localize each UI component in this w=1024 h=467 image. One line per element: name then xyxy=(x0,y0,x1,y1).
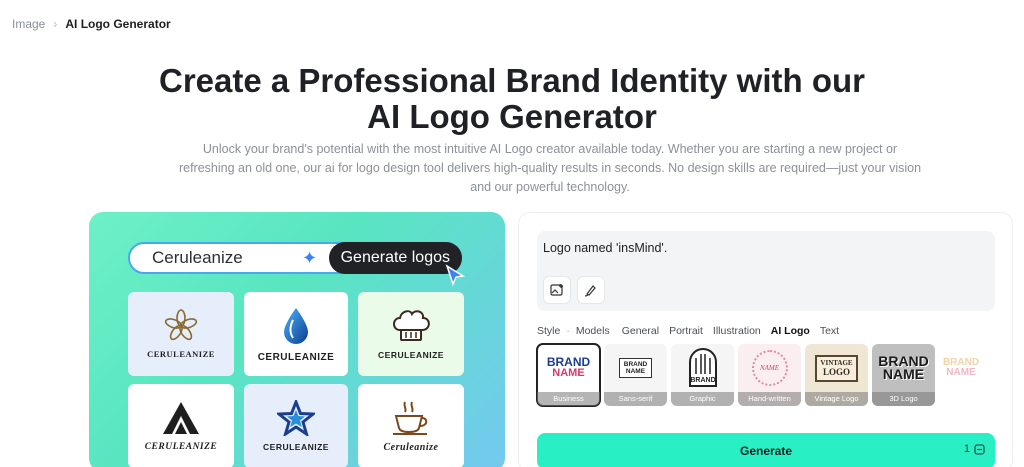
generate-button[interactable]: Generate 1 xyxy=(537,433,995,467)
style-option-business[interactable]: BRAND NAME Business xyxy=(536,343,601,407)
style-options: BRAND NAME Business BRAND NAME Sans-serif… xyxy=(536,343,983,407)
breadcrumb: Image › AI Logo Generator xyxy=(12,17,171,31)
logo-caption: CERULEANIZE xyxy=(257,351,335,363)
style-option-graphic[interactable]: BRAND Graphic xyxy=(671,344,734,406)
logo-card: CERULEANIZE xyxy=(128,292,234,376)
page-description: Unlock your brand's potential with the m… xyxy=(178,142,922,194)
tab-text[interactable]: Text xyxy=(820,325,839,337)
style-option-sans-serif[interactable]: BRAND NAME Sans-serif xyxy=(604,344,667,406)
logo-card: CERULEANIZE xyxy=(128,384,234,467)
logo-caption: CERULEANIZE xyxy=(147,349,215,359)
page-title: Create a Professional Brand Identity wit… xyxy=(0,63,1024,135)
logo-card: CERULEANIZE xyxy=(244,384,348,467)
prompt-text[interactable]: Logo named 'insMind'. xyxy=(543,241,667,255)
style-option-vintage-logo[interactable]: VINTAGE LOGO Vintage Logo xyxy=(805,344,868,406)
style-art-badge: BRAND NAME xyxy=(618,358,653,378)
tab-divider-dot: · xyxy=(566,325,570,337)
generator-panel: Logo named 'insMind'. Style · Models Gen… xyxy=(518,212,1013,467)
style-option-label: Business xyxy=(537,392,600,406)
demo-generate-logos-button: Generate logos xyxy=(328,242,462,274)
style-option-more[interactable]: BRAND NAME xyxy=(939,344,983,406)
tab-general[interactable]: General xyxy=(622,325,659,337)
logo-card: CERULEANIZE xyxy=(358,292,464,376)
breadcrumb-current: AI Logo Generator xyxy=(65,17,171,31)
demo-input-text: Ceruleanize xyxy=(152,248,243,267)
credit-coin-icon xyxy=(974,443,985,455)
style-option-label: Sans-serif xyxy=(604,392,667,406)
logo-grid: CERULEANIZE CERULEANIZE CERULEANIZE CERU… xyxy=(128,292,464,467)
tab-ai-logo[interactable]: AI Logo xyxy=(771,325,810,337)
logo-caption: Ceruleanize xyxy=(383,441,439,453)
vintage-badge: VINTAGE LOGO xyxy=(815,354,858,382)
credit-cost: 1 xyxy=(964,443,985,455)
arch-emblem-icon: BRAND xyxy=(688,348,717,387)
chevron-right-icon: › xyxy=(53,17,58,31)
wreath-icon: NAME xyxy=(751,350,788,386)
tab-portrait[interactable]: Portrait xyxy=(669,325,703,337)
credit-count: 1 xyxy=(963,443,970,455)
generate-button-label: Generate xyxy=(739,444,793,458)
style-option-label: Vintage Logo xyxy=(805,392,868,406)
logo-showcase: Ceruleanize ✦ Generate logos CERULEANIZE xyxy=(89,212,505,467)
star-icon xyxy=(277,400,315,436)
logo-caption: CERULEANIZE xyxy=(263,442,329,452)
style-option-label: Hand-written xyxy=(738,392,801,406)
style-art-text: NAME xyxy=(882,366,925,382)
page-title-line1: Create a Professional Brand Identity wit… xyxy=(159,62,865,99)
sparkle-icon: ✦ xyxy=(302,248,318,268)
logo-caption: CERULEANIZE xyxy=(378,350,444,360)
chef-hat-icon xyxy=(393,310,430,341)
brush-icon xyxy=(584,285,596,297)
upload-image-button[interactable] xyxy=(543,276,571,304)
tab-illustration[interactable]: Illustration xyxy=(713,325,761,337)
style-art-text: NAME xyxy=(552,367,585,379)
prompt-input[interactable]: Logo named 'insMind'. xyxy=(537,231,995,311)
demo-generate-bar: Ceruleanize ✦ Generate logos xyxy=(128,242,462,274)
style-tabs: Style · Models General Portrait Illustra… xyxy=(537,325,849,337)
logo-card: CERULEANIZE xyxy=(244,292,348,376)
image-upload-icon xyxy=(550,284,563,296)
logo-card: Ceruleanize xyxy=(358,384,464,467)
style-option-3d-logo[interactable]: BRAND NAME 3D Logo xyxy=(872,344,935,406)
breadcrumb-link-image[interactable]: Image xyxy=(12,17,45,31)
svg-text:BRAND: BRAND xyxy=(690,377,715,384)
coffee-cup-icon xyxy=(393,401,428,435)
tab-style: Style xyxy=(537,325,561,337)
water-drop-icon xyxy=(284,307,308,344)
style-option-label: Graphic xyxy=(671,392,734,406)
mountain-a-icon xyxy=(163,402,199,434)
page-title-line2: AI Logo Generator xyxy=(367,98,657,135)
logo-caption: CERULEANIZE xyxy=(144,442,218,452)
style-art-text: NAME xyxy=(946,367,976,378)
edit-style-button[interactable] xyxy=(577,276,605,304)
style-option-label: 3D Logo xyxy=(872,392,935,406)
style-option-hand-written[interactable]: NAME Hand-written xyxy=(738,344,801,406)
flower-icon xyxy=(164,309,198,341)
tab-models[interactable]: Models xyxy=(576,325,610,337)
